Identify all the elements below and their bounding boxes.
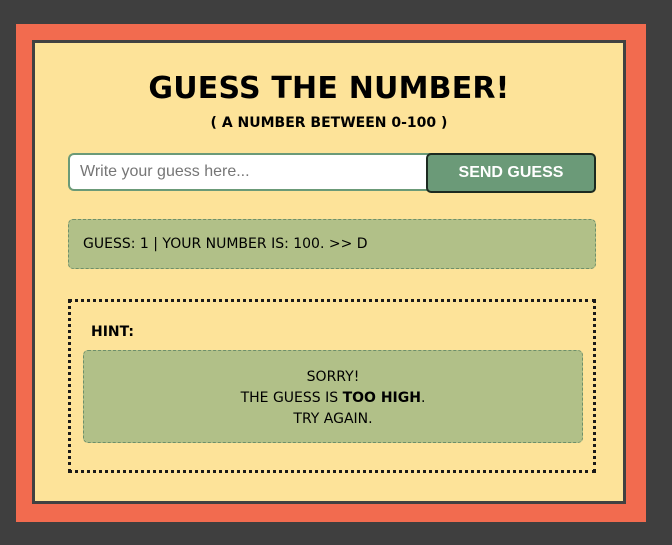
hint-line-sorry: SORRY! [306, 369, 360, 385]
hint-result-prefix: THE GUESS IS [240, 390, 343, 406]
status-box: GUESS: 1 | YOUR NUMBER IS: 100. >> D [68, 219, 596, 269]
hint-message: SORRY! THE GUESS IS TOO HIGH. TRY AGAIN. [83, 350, 583, 443]
page-subtitle: ( A NUMBER BETWEEN 0-100 ) [210, 115, 448, 131]
send-guess-button[interactable]: SEND GUESS [426, 153, 596, 193]
guess-input[interactable] [68, 153, 433, 191]
game-card: GUESS THE NUMBER! ( A NUMBER BETWEEN 0-1… [32, 40, 626, 504]
status-text: GUESS: 1 | YOUR NUMBER IS: 100. >> D [83, 236, 368, 252]
hint-result-emphasis: TOO HIGH [342, 390, 421, 406]
page-title: GUESS THE NUMBER! [148, 71, 510, 106]
hint-box: HINT: SORRY! THE GUESS IS TOO HIGH. TRY … [68, 299, 596, 473]
hint-line-try-again: TRY AGAIN. [293, 411, 373, 427]
hint-result-suffix: . [420, 390, 426, 406]
hint-label: HINT: [91, 324, 135, 340]
hint-line-result: THE GUESS IS TOO HIGH. [84, 388, 582, 409]
